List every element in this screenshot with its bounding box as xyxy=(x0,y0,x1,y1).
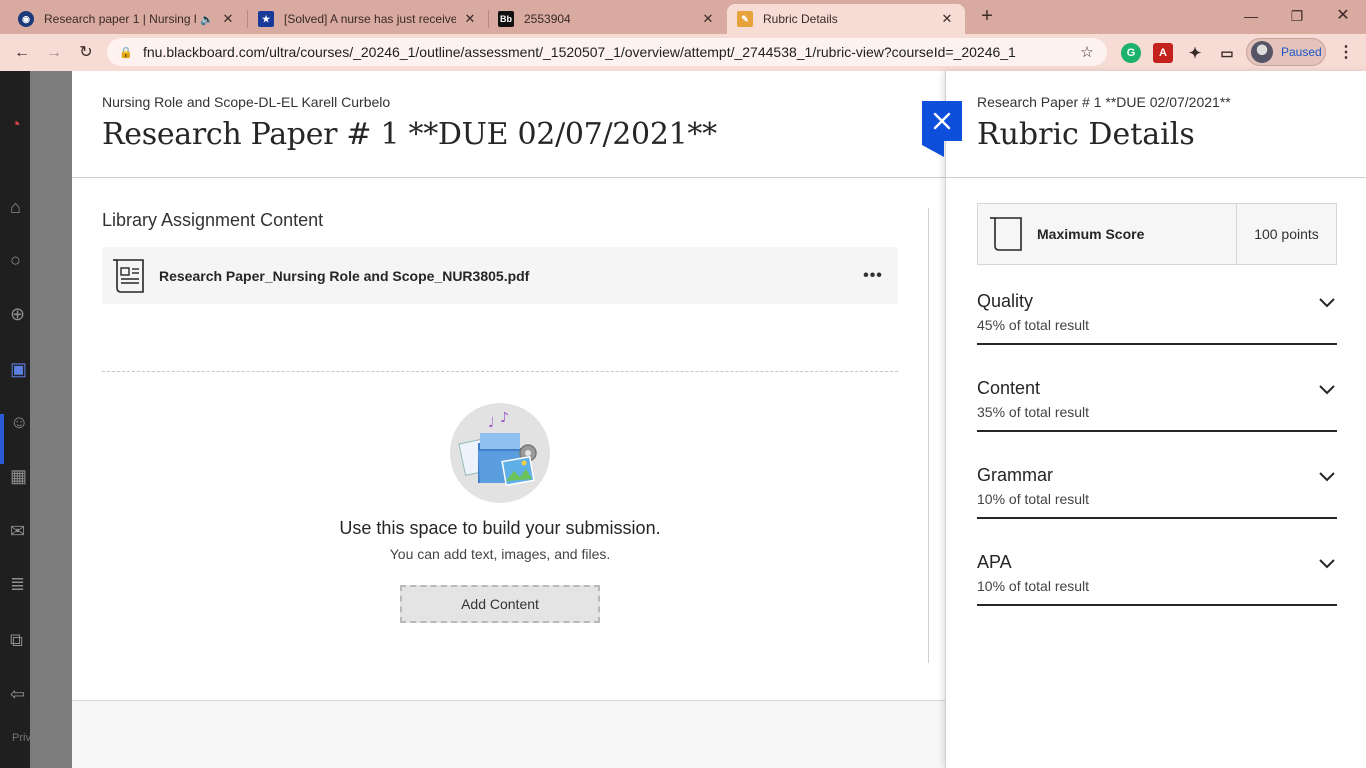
avatar xyxy=(1251,41,1273,63)
content-scroll-divider xyxy=(928,208,929,663)
profile-button[interactable]: Paused xyxy=(1246,38,1326,66)
section-title: Library Assignment Content xyxy=(102,210,324,230)
rubric-title: Rubric Details xyxy=(977,117,1195,152)
back-icon[interactable]: ← xyxy=(10,41,34,65)
speaker-icon[interactable]: 🔈 xyxy=(200,13,214,26)
chevron-down-icon[interactable] xyxy=(1317,380,1337,400)
criterion-name: Content xyxy=(977,378,1041,398)
empty-state-title: Use this space to build your submission. xyxy=(339,518,661,538)
reload-icon[interactable]: ↻ xyxy=(74,41,98,65)
tools-icon[interactable]: ⧉ xyxy=(10,629,32,651)
restore-icon[interactable]: ❐ xyxy=(1274,4,1320,28)
criterion-quality[interactable]: Quality 45% of total result xyxy=(977,283,1337,345)
lock-icon: 🔒 xyxy=(119,46,133,59)
close-window-icon[interactable]: ✕ xyxy=(1320,4,1366,28)
close-tab-icon[interactable]: ✕ xyxy=(939,11,955,27)
rubric-subtitle: Research Paper # 1 **DUE 02/07/2021** xyxy=(977,94,1231,110)
footer-area xyxy=(72,701,945,768)
browser-tab-strip: ◉ Research paper 1 | Nursing h 🔈 ✕ ★ [So… xyxy=(0,0,1366,34)
messages-icon[interactable]: ✉ xyxy=(10,520,32,542)
active-nav-indicator xyxy=(0,414,4,464)
empty-state-subtitle: You can add text, images, and files. xyxy=(389,546,611,562)
courses-icon[interactable]: ▣ xyxy=(10,358,32,380)
header-divider xyxy=(72,177,945,178)
url-text[interactable]: fnu.blackboard.com/ultra/courses/_20246_… xyxy=(143,44,1075,60)
calendar-icon[interactable]: ▦ xyxy=(10,465,32,487)
forward-icon[interactable]: → xyxy=(42,41,66,65)
address-bar[interactable]: 🔒 fnu.blackboard.com/ultra/courses/_2024… xyxy=(107,38,1107,66)
pdf-extension-icon[interactable]: A xyxy=(1153,43,1173,63)
criterion-percent: 45% of total result xyxy=(977,317,1090,333)
rubric-header-divider xyxy=(946,177,1366,178)
profile-icon[interactable]: ○ xyxy=(10,249,32,271)
privacy-link[interactable]: Priv xyxy=(12,732,31,744)
tab-title: [Solved] A nurse has just received xyxy=(284,12,456,26)
maximum-score-label: Maximum Score xyxy=(1037,226,1145,242)
close-tab-icon[interactable]: ✕ xyxy=(462,11,478,27)
criterion-percent: 10% of total result xyxy=(977,578,1090,594)
minimize-icon[interactable]: — xyxy=(1228,4,1274,28)
tab-title: 2553904 xyxy=(524,12,571,26)
criterion-percent: 35% of total result xyxy=(977,404,1090,420)
attachment-row[interactable]: Research Paper_Nursing Role and Scope_NU… xyxy=(102,247,898,304)
course-name: Nursing Role and Scope-DL-EL Karell Curb… xyxy=(102,94,391,110)
criterion-content[interactable]: Content 35% of total result xyxy=(977,370,1337,432)
pencil-icon: ✎ xyxy=(737,11,753,27)
close-tab-icon[interactable]: ✕ xyxy=(220,11,236,27)
globe-icon: ◉ xyxy=(18,11,34,27)
grades-icon[interactable]: ≣ xyxy=(10,573,32,595)
rubric-panel: Research Paper # 1 **DUE 02/07/2021** Ru… xyxy=(945,71,1366,768)
new-tab-button[interactable]: + xyxy=(976,6,998,28)
left-navigation: ◔ ⌂ ○ ⊕ ▣ ☺ ▦ ✉ ≣ ⧉ ⇦ xyxy=(0,71,30,768)
attachment-filename[interactable]: Research Paper_Nursing Role and Scope_NU… xyxy=(159,268,858,284)
criterion-name: Quality xyxy=(977,291,1034,311)
add-content-button[interactable]: Add Content xyxy=(400,585,600,623)
dashed-divider xyxy=(102,371,898,372)
folder-media-icon: ♩ ♪ xyxy=(458,410,537,487)
bookmark-star-icon[interactable]: ☆ xyxy=(1075,43,1099,61)
criterion-name: APA xyxy=(977,552,1012,572)
chevron-down-icon[interactable] xyxy=(1317,467,1337,487)
browser-tab-3[interactable]: Bb 2553904 ✕ xyxy=(488,4,726,34)
profile-status: Paused xyxy=(1281,45,1322,59)
institution-icon[interactable]: ⌂ xyxy=(10,196,32,218)
overlay-shade xyxy=(30,71,72,768)
empty-state-illustration: ♩ ♪ xyxy=(450,403,550,503)
maximum-score-value: 100 points xyxy=(1236,204,1336,264)
chevron-down-icon[interactable] xyxy=(1317,293,1337,313)
bb-icon: Bb xyxy=(498,11,514,27)
maximum-score-box: Maximum Score 100 points xyxy=(977,203,1337,265)
activity-globe-icon[interactable]: ⊕ xyxy=(10,303,32,325)
assignment-panel: Nursing Role and Scope-DL-EL Karell Curb… xyxy=(72,71,945,768)
page-title: Research Paper # 1 **DUE 02/07/2021** xyxy=(102,117,717,152)
cast-icon[interactable]: ▭ xyxy=(1217,43,1237,63)
tab-title: Rubric Details xyxy=(763,12,838,26)
browser-tab-4-active[interactable]: ✎ Rubric Details ✕ xyxy=(727,4,965,34)
criterion-percent: 10% of total result xyxy=(977,491,1090,507)
browser-tab-2[interactable]: ★ [Solved] A nurse has just received ✕ xyxy=(248,4,488,34)
organizations-icon[interactable]: ☺ xyxy=(10,411,32,433)
browser-menu-icon[interactable]: ⋮ xyxy=(1338,42,1354,62)
svg-text:♩: ♩ xyxy=(488,415,495,431)
tab-title: Research paper 1 | Nursing h xyxy=(44,12,197,26)
close-rubric-button[interactable] xyxy=(922,101,962,157)
star-shield-icon: ★ xyxy=(258,11,274,27)
browser-tab-1[interactable]: ◉ Research paper 1 | Nursing h 🔈 ✕ xyxy=(8,4,246,34)
criterion-name: Grammar xyxy=(977,465,1053,485)
more-options-icon[interactable]: ••• xyxy=(858,267,888,285)
browser-toolbar: ← → ↻ 🔒 fnu.blackboard.com/ultra/courses… xyxy=(0,34,1366,71)
criterion-apa[interactable]: APA 10% of total result xyxy=(977,544,1337,606)
criterion-grammar[interactable]: Grammar 10% of total result xyxy=(977,457,1337,519)
logo-icon[interactable]: ◔ xyxy=(10,113,32,135)
document-icon xyxy=(113,258,144,293)
close-tab-icon[interactable]: ✕ xyxy=(700,11,716,27)
extensions-puzzle-icon[interactable]: ✦ xyxy=(1185,43,1205,63)
chevron-down-icon[interactable] xyxy=(1317,554,1337,574)
sign-out-icon[interactable]: ⇦ xyxy=(10,683,32,705)
svg-text:♪: ♪ xyxy=(500,410,509,426)
grammarly-icon[interactable]: G xyxy=(1121,43,1141,63)
rubric-document-icon xyxy=(990,217,1022,251)
